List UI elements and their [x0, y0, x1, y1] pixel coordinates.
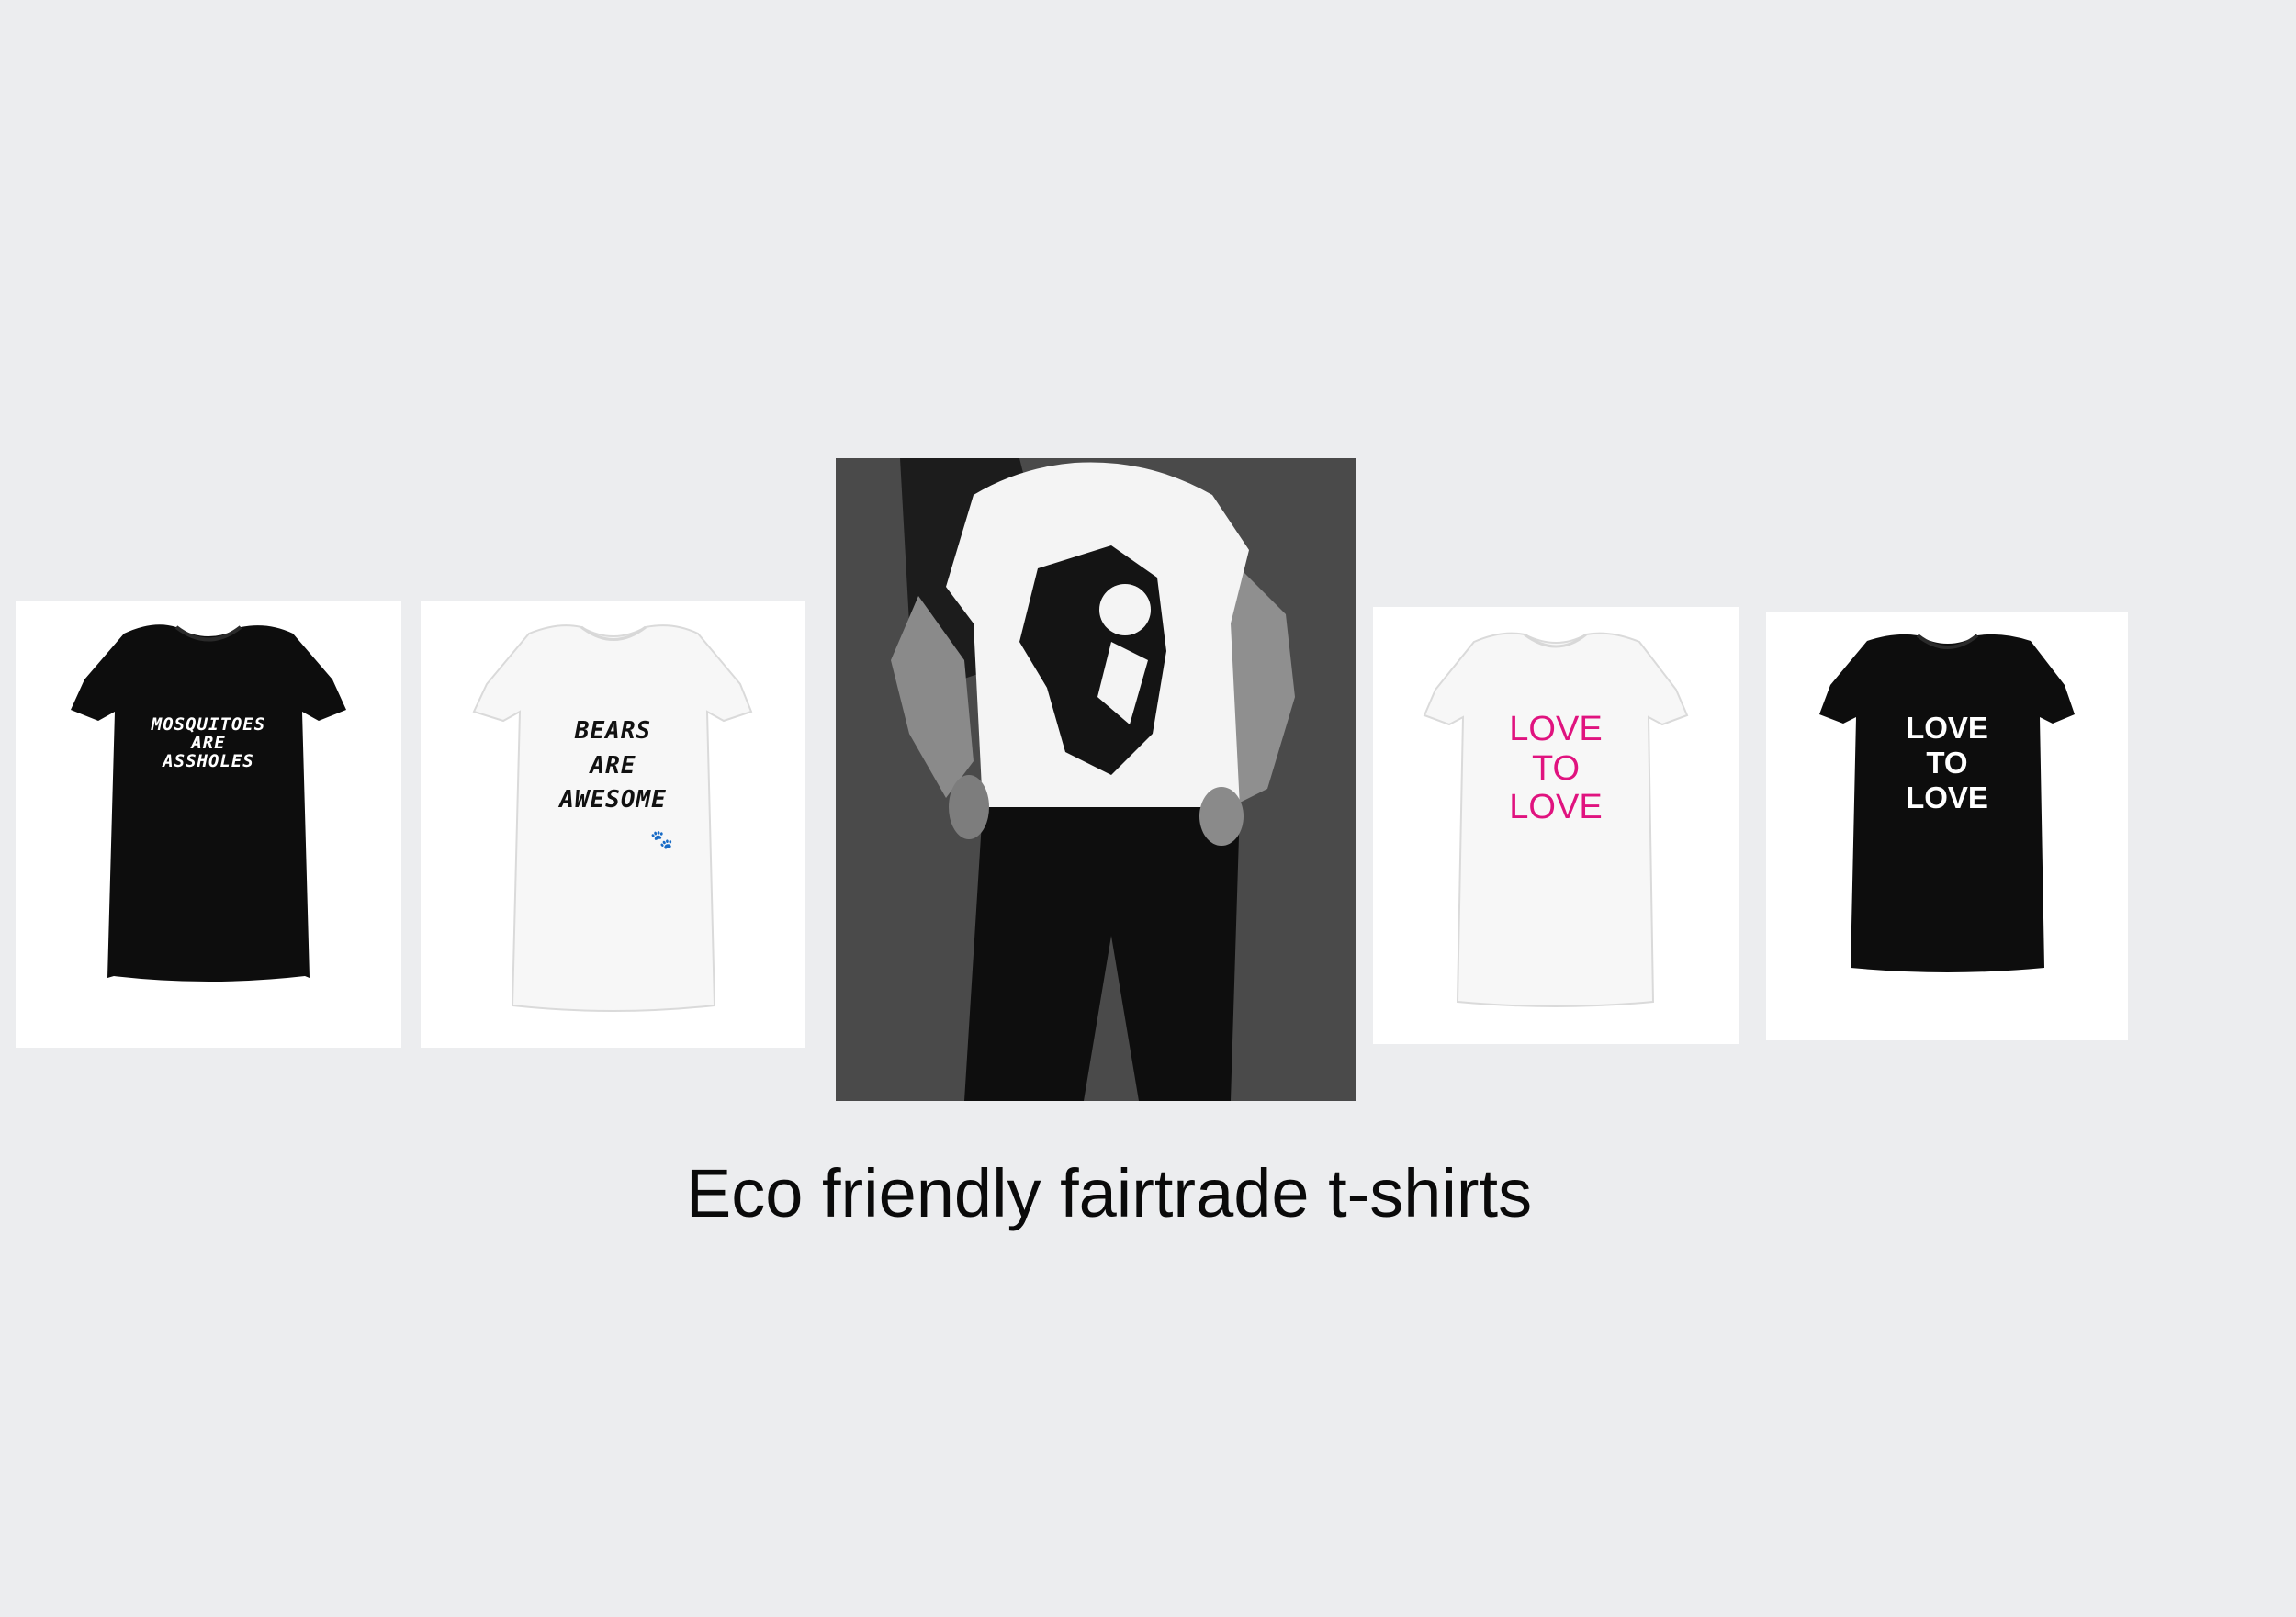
model-photo[interactable] [836, 458, 1356, 1101]
page-caption: Eco friendly fairtrade t-shirts [685, 1155, 1533, 1231]
product-card-bears[interactable]: BEARS ARE AWESOME 🐾 [421, 601, 805, 1048]
slogan-text: LOVE TO LOVE [1509, 710, 1603, 827]
slogan-text: BEARS ARE AWESOME [559, 717, 667, 814]
slogan-text: LOVE TO LOVE [1906, 711, 1988, 814]
product-card-love-pink[interactable]: LOVE TO LOVE [1373, 607, 1739, 1044]
black-tshirt-image [1819, 634, 2075, 972]
slogan-text: MOSQUITOES ARE ASSHOLES [151, 714, 266, 771]
product-card-love-black[interactable]: LOVE TO LOVE [1766, 612, 2128, 1040]
black-tshirt-image [71, 624, 346, 982]
paw-icon: 🐾 [650, 830, 673, 850]
white-tshirt-image [472, 624, 753, 1012]
product-card-mosquitoes[interactable]: MOSQUITOES ARE ASSHOLES [16, 601, 401, 1048]
model-wearing-tshirt-image [836, 458, 1356, 1101]
